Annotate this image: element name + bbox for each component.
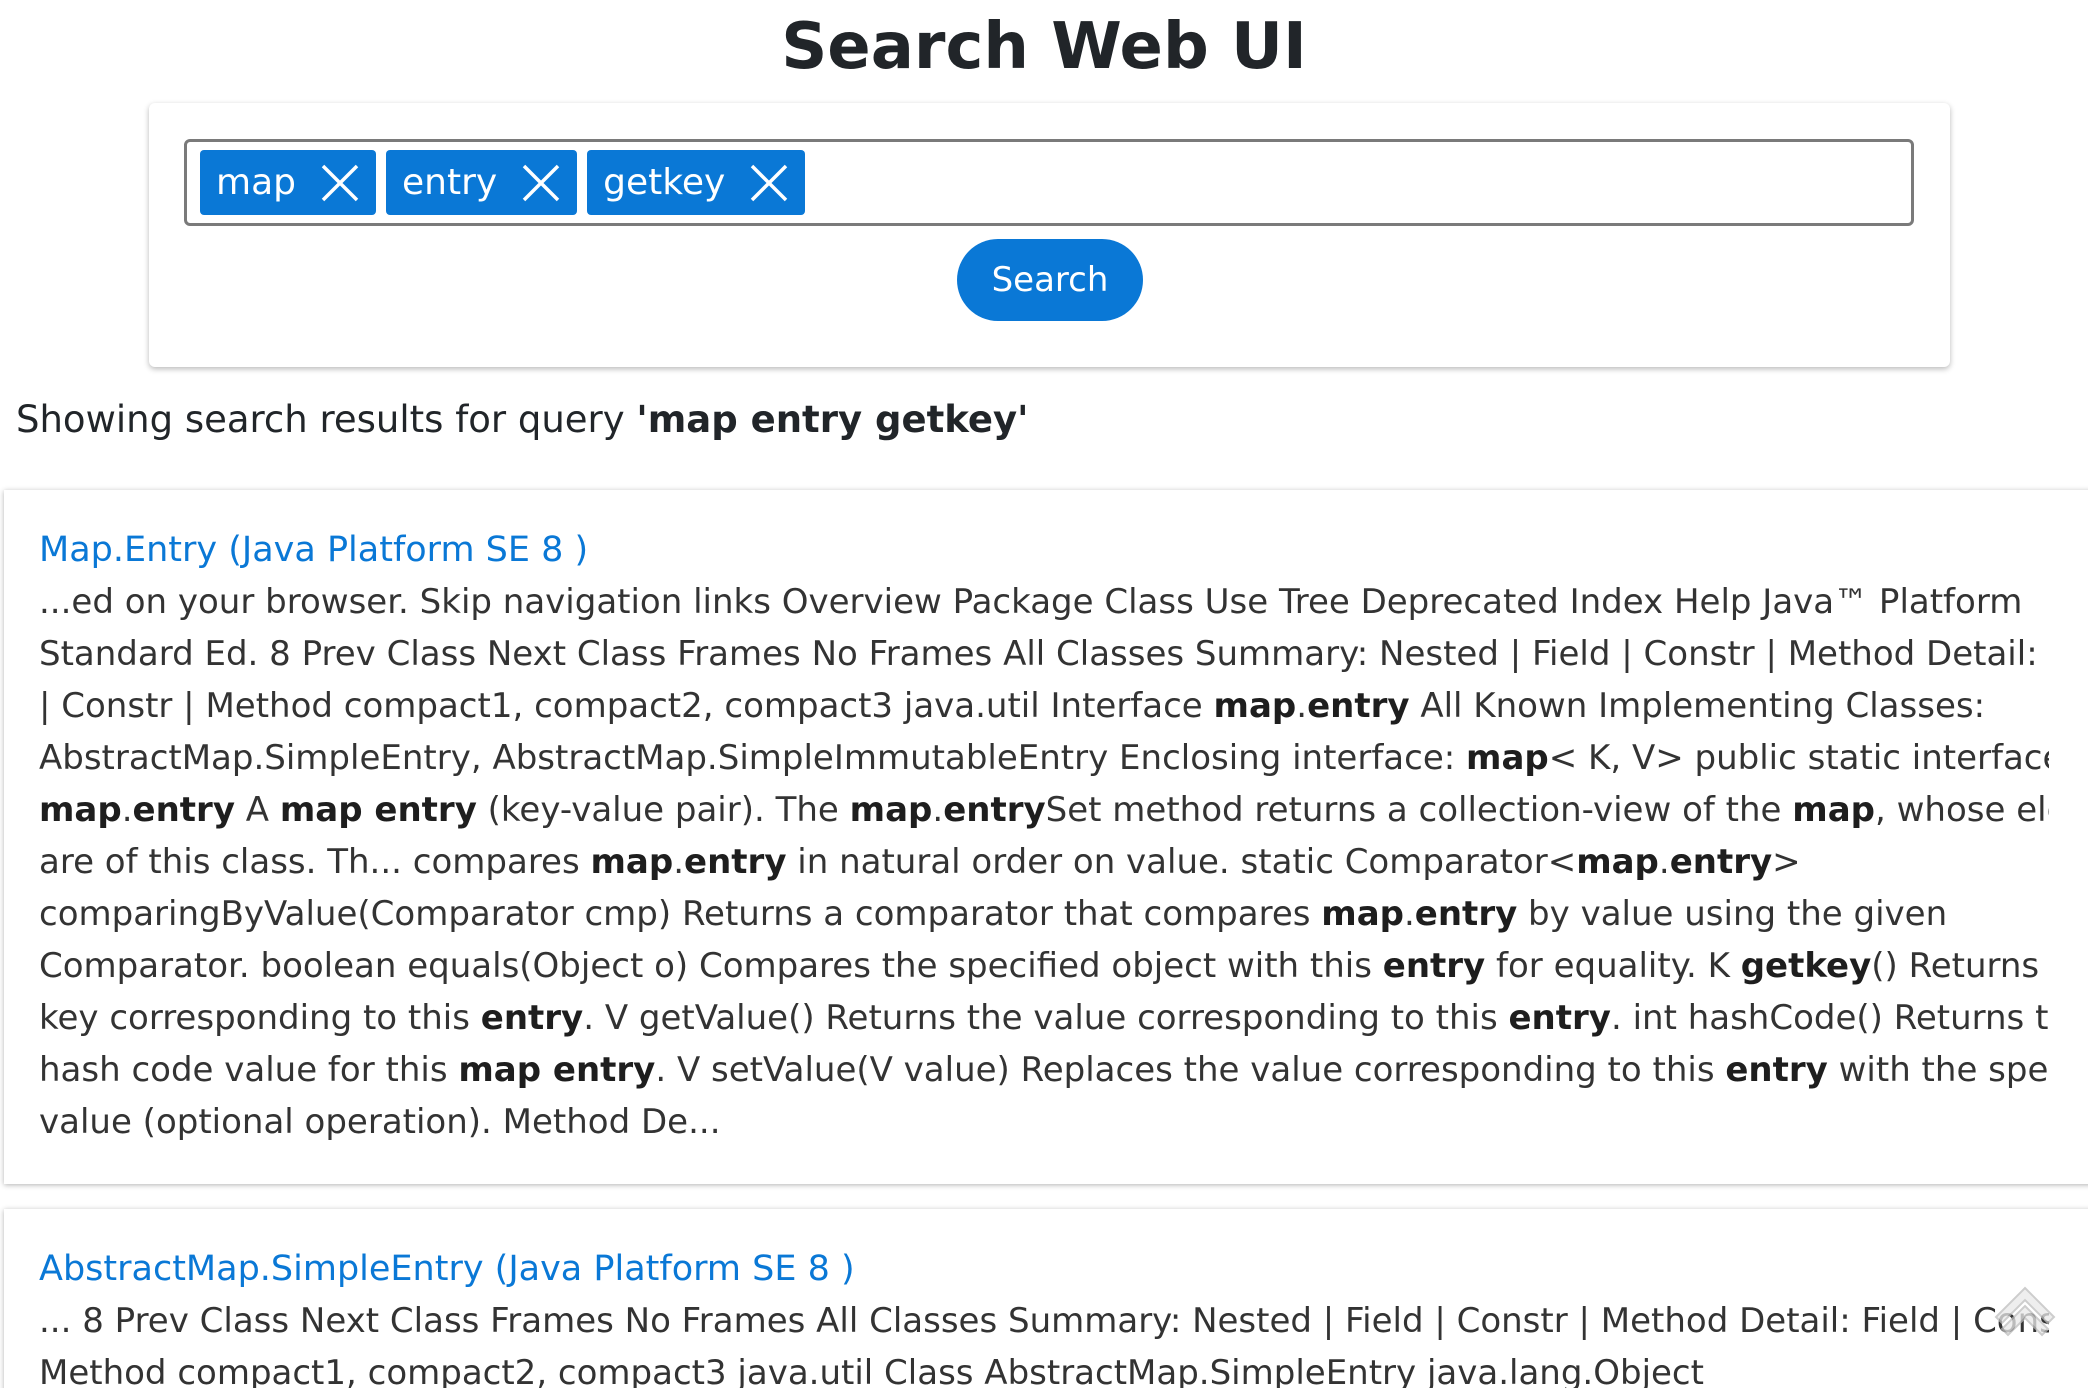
snippet-highlight: getkey	[1740, 946, 1872, 986]
snippet-line: are of this class. Th... compares map.en…	[39, 842, 1801, 882]
scroll-to-top-icon[interactable]	[1990, 1282, 2060, 1352]
result-title-link[interactable]: Map.Entry (Java Platform SE 8 )	[39, 524, 2088, 576]
snippet-highlight: map	[1576, 842, 1659, 882]
summary-prefix: Showing search results for query	[16, 398, 637, 441]
search-tag-label: map	[216, 162, 296, 203]
snippet-highlight: entry	[943, 790, 1046, 830]
snippet-line: ...ed on your browser. Skip navigation l…	[39, 582, 2023, 622]
snippet-highlight: entry	[1382, 946, 1486, 986]
search-results-summary: Showing search results for query 'map en…	[16, 398, 1028, 441]
snippet-line: comparingByValue(Comparator cmp) Returns…	[39, 894, 1948, 934]
search-tag: entry	[385, 150, 578, 215]
search-result-card: Map.Entry (Java Platform SE 8 ) ...ed on…	[4, 490, 2088, 1184]
snippet-line: Method compact1, compact2, compact3 java…	[39, 1353, 1704, 1388]
snippet-line: AbstractMap.SimpleEntry, AbstractMap.Sim…	[39, 738, 2049, 778]
search-tag: map	[200, 150, 376, 215]
result-snippet: ...ed on your browser. Skip navigation l…	[39, 576, 2049, 1148]
result-snippet: ... 8 Prev Class Next Class Frames No Fr…	[39, 1295, 2049, 1388]
snippet-highlight: entry	[1414, 894, 1518, 934]
snippet-highlight: entry	[1669, 842, 1773, 882]
snippet-highlight: entry	[132, 790, 235, 830]
snippet-line: Comparator. boolean equals(Object o) Com…	[39, 946, 2049, 986]
snippet-highlight: entry	[480, 998, 584, 1038]
search-result-card: AbstractMap.SimpleEntry (Java Platform S…	[4, 1209, 2088, 1388]
snippet-highlight: map	[849, 790, 933, 830]
search-button[interactable]: Search	[957, 239, 1143, 321]
search-tag-label: getkey	[603, 162, 726, 203]
snippet-highlight: map entry	[458, 1050, 656, 1090]
search-tag: getkey	[587, 150, 806, 215]
snippet-line: map.entry A map entry (key-value pair). …	[39, 790, 2049, 830]
snippet-highlight: map	[590, 842, 674, 882]
snippet-line: value (optional operation). Method De...	[39, 1102, 721, 1142]
snippet-highlight: map	[1466, 738, 1549, 778]
snippet-highlight: map	[1321, 894, 1404, 934]
snippet-line: | Constr | Method compact1, compact2, co…	[39, 686, 1986, 726]
close-icon[interactable]	[318, 161, 362, 205]
snippet-line: ... 8 Prev Class Next Class Frames No Fr…	[39, 1301, 2049, 1341]
snippet-highlight: map	[1792, 790, 1875, 830]
snippet-highlight: map	[39, 790, 122, 830]
close-icon[interactable]	[519, 161, 563, 205]
summary-query: 'map entry getkey'	[636, 398, 1029, 441]
snippet-highlight: entry	[1508, 998, 1611, 1038]
snippet-highlight: entry	[1307, 686, 1410, 726]
page-title: Search Web UI	[781, 10, 1307, 84]
result-title-link[interactable]: AbstractMap.SimpleEntry (Java Platform S…	[39, 1243, 2088, 1295]
search-panel: map entry getkey Search	[149, 103, 1950, 367]
search-tag-label: entry	[401, 162, 498, 203]
snippet-highlight: entry	[1725, 1050, 1828, 1090]
snippet-line: Standard Ed. 8 Prev Class Next Class Fra…	[39, 634, 2049, 674]
snippet-highlight: entry	[684, 842, 787, 882]
search-tag-input[interactable]: map entry getkey	[184, 139, 1914, 226]
close-icon[interactable]	[747, 161, 791, 205]
snippet-highlight: map	[1213, 686, 1297, 726]
snippet-line: key corresponding to this entry. V getVa…	[39, 998, 2049, 1038]
snippet-line: hash code value for this map entry. V se…	[39, 1050, 2049, 1090]
snippet-highlight: map entry	[279, 790, 477, 830]
